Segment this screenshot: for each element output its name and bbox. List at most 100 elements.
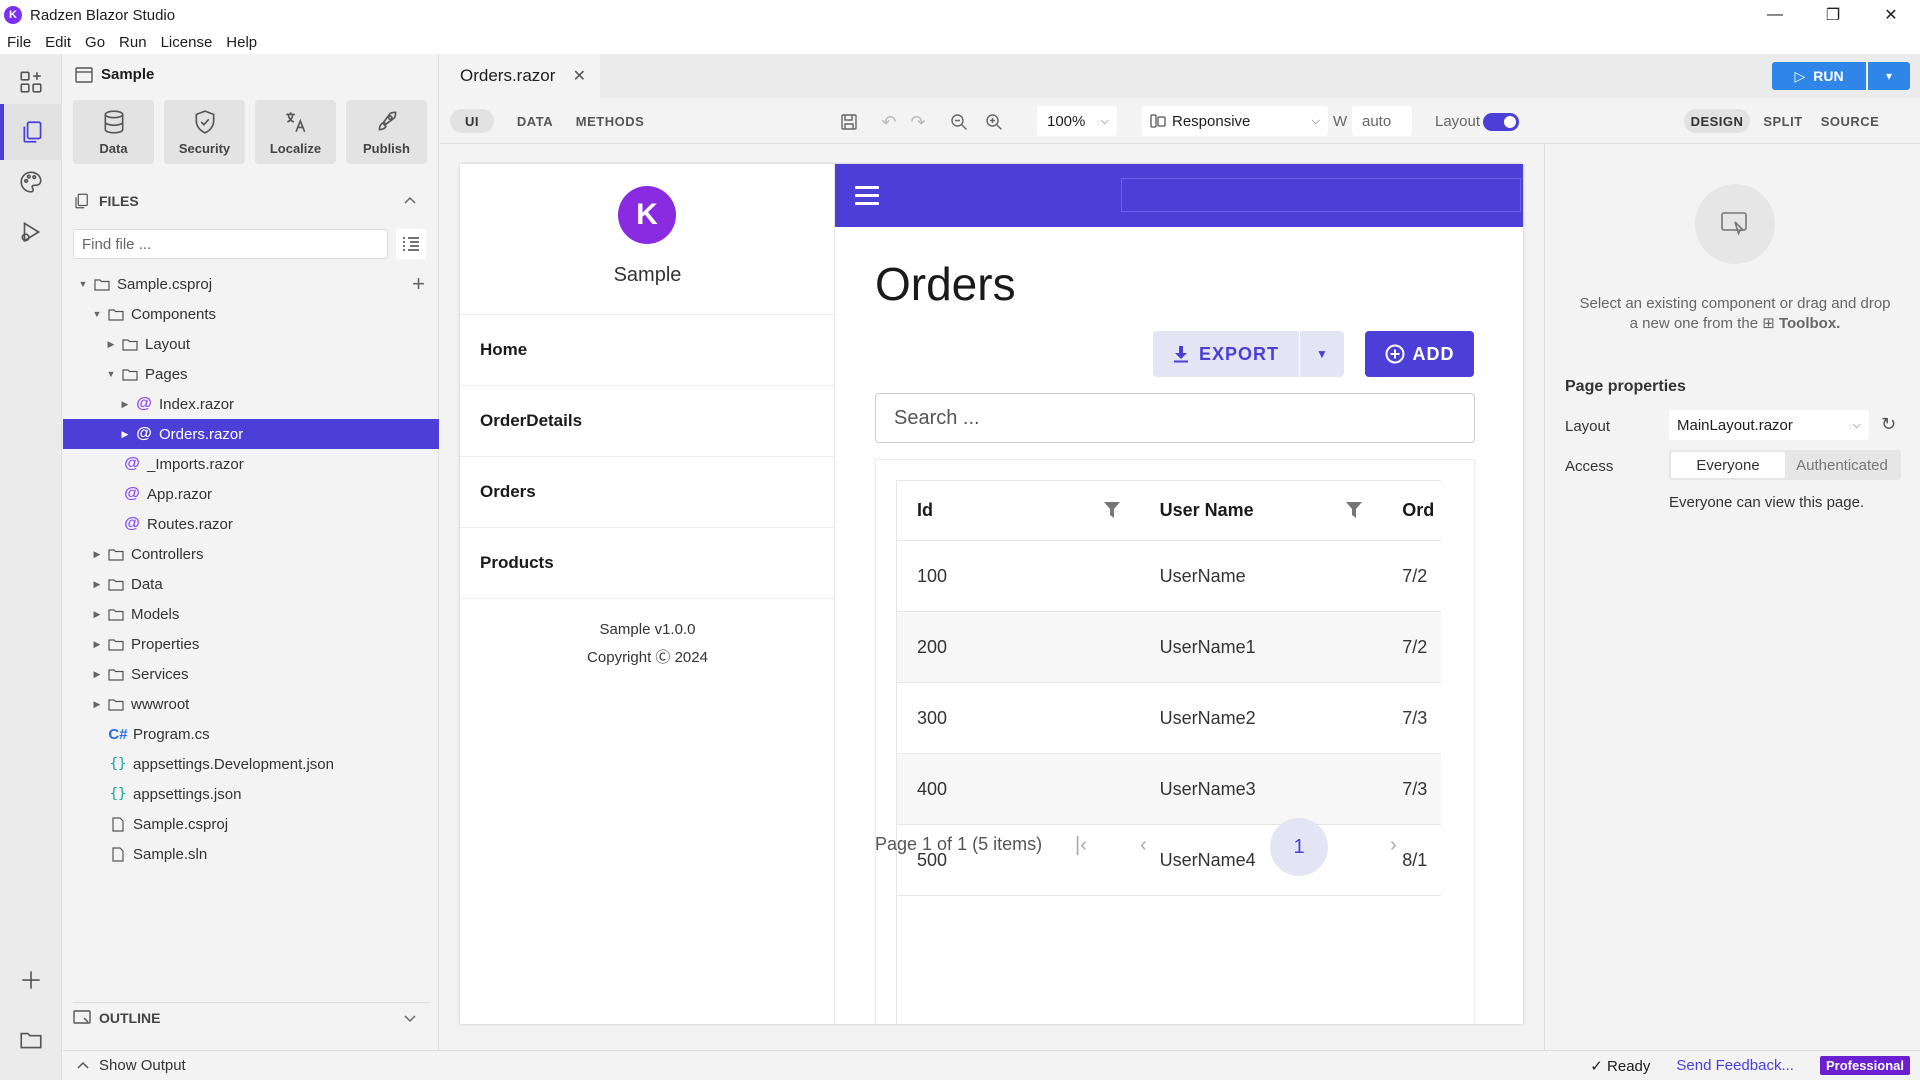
filter-icon[interactable] — [1346, 501, 1363, 519]
menu-edit[interactable]: Edit — [45, 34, 71, 51]
minimize-button[interactable]: — — [1746, 0, 1804, 30]
layout-select[interactable]: MainLayout.razor ⌵ — [1669, 410, 1869, 440]
close-window-button[interactable]: ✕ — [1862, 0, 1920, 30]
menu-go[interactable]: Go — [85, 34, 105, 51]
tree-item[interactable]: ▶ Layout — [63, 329, 439, 359]
export-button[interactable]: EXPORT — [1153, 331, 1299, 377]
tree-item[interactable]: ▶ Models — [63, 599, 439, 629]
nav-item-products[interactable]: Products — [460, 528, 835, 599]
tree-item[interactable]: ▼ Components — [63, 299, 439, 329]
tree-item[interactable]: Sample.sln — [63, 839, 439, 869]
first-page-icon[interactable]: |‹ — [1075, 834, 1087, 857]
column-header-id[interactable]: Id — [897, 481, 1140, 540]
new-project-icon[interactable] — [0, 952, 62, 1008]
menu-file[interactable]: File — [7, 34, 31, 51]
caret-right-icon[interactable]: ▶ — [119, 399, 131, 410]
access-everyone-option[interactable]: Everyone — [1671, 452, 1785, 478]
menu-license[interactable]: License — [161, 34, 213, 51]
nav-item-home[interactable]: Home — [460, 315, 835, 386]
open-folder-icon[interactable] — [0, 1012, 62, 1068]
caret-right-icon[interactable]: ▶ — [105, 339, 117, 350]
tree-item[interactable]: ▶ wwwroot — [63, 689, 439, 719]
add-button[interactable]: ADD — [1365, 331, 1474, 377]
tree-item[interactable]: ▶ @ Index.razor — [63, 389, 439, 419]
send-feedback-link[interactable]: Send Feedback... — [1676, 1057, 1794, 1074]
tree-item[interactable]: ▶ Properties — [63, 629, 439, 659]
data-tool-button[interactable]: Data — [73, 100, 154, 164]
tree-item[interactable]: @ App.razor — [63, 479, 439, 509]
add-file-icon[interactable]: + — [412, 271, 425, 297]
previous-page-icon[interactable]: ‹ — [1140, 834, 1147, 857]
run-dropdown-button[interactable]: ▾ — [1867, 62, 1910, 90]
tree-item[interactable]: ▶ Controllers — [63, 539, 439, 569]
caret-right-icon[interactable]: ▶ — [91, 699, 103, 710]
zoom-select[interactable]: 100% ⌵ — [1037, 106, 1117, 136]
tree-item[interactable]: @ _Imports.razor — [63, 449, 439, 479]
table-row[interactable]: 100 UserName 7/2 — [897, 541, 1441, 612]
find-file-input[interactable] — [73, 229, 388, 259]
list-view-toggle[interactable] — [396, 229, 426, 259]
redo-icon[interactable]: ↷ — [907, 111, 929, 133]
toolbox-link[interactable]: Toolbox. — [1779, 315, 1840, 332]
run-debug-icon[interactable] — [0, 204, 62, 260]
table-row[interactable]: 200 UserName1 7/2 — [897, 612, 1441, 683]
tab-split[interactable]: SPLIT — [1760, 109, 1806, 133]
tree-item[interactable]: @ Routes.razor — [63, 509, 439, 539]
tab-design[interactable]: DESIGN — [1684, 109, 1750, 133]
tab-orders-razor[interactable]: Orders.razor ✕ — [440, 54, 600, 98]
hamburger-menu-icon[interactable] — [855, 186, 879, 206]
table-row[interactable]: 300 UserName2 7/3 — [897, 683, 1441, 754]
nav-item-orderdetails[interactable]: OrderDetails — [460, 386, 835, 457]
refresh-icon[interactable]: ↻ — [1881, 414, 1896, 435]
search-input[interactable] — [875, 393, 1475, 443]
undo-icon[interactable]: ↶ — [878, 111, 900, 133]
tree-item[interactable]: ▶ Services — [63, 659, 439, 689]
tree-item[interactable]: ▼ Sample.csproj + — [63, 269, 439, 299]
caret-right-icon[interactable]: ▶ — [91, 579, 103, 590]
files-section-header[interactable]: FILES — [73, 186, 429, 216]
localize-tool-button[interactable]: Localize — [255, 100, 336, 164]
show-output-button[interactable]: Show Output — [77, 1057, 186, 1074]
tab-ui[interactable]: UI — [450, 109, 494, 133]
zoom-in-icon[interactable] — [983, 111, 1005, 133]
caret-down-icon[interactable]: ▼ — [91, 309, 103, 319]
next-page-icon[interactable]: › — [1390, 834, 1397, 857]
tree-item[interactable]: ▶ @ Orders.razor — [63, 419, 439, 449]
caret-right-icon[interactable]: ▶ — [91, 669, 103, 680]
nav-item-orders[interactable]: Orders — [460, 457, 835, 528]
column-header-orderdate[interactable]: Ord — [1382, 481, 1441, 540]
security-tool-button[interactable]: Security — [164, 100, 245, 164]
settings-gear-icon[interactable] — [0, 1074, 62, 1080]
files-icon[interactable] — [0, 104, 62, 160]
tree-item[interactable]: ▼ Pages — [63, 359, 439, 389]
access-authenticated-option[interactable]: Authenticated — [1785, 452, 1899, 478]
chevron-down-icon[interactable] — [403, 1011, 417, 1025]
tab-methods[interactable]: METHODS — [570, 109, 650, 133]
menu-run[interactable]: Run — [119, 34, 147, 51]
tree-item[interactable]: {} appsettings.json — [63, 779, 439, 809]
layout-toggle[interactable] — [1483, 113, 1519, 131]
tree-item[interactable]: C# Program.cs — [63, 719, 439, 749]
tree-item[interactable]: Sample.csproj — [63, 809, 439, 839]
caret-right-icon[interactable]: ▶ — [91, 639, 103, 650]
save-icon[interactable] — [838, 111, 860, 133]
page-number-button[interactable]: 1 — [1270, 818, 1328, 876]
column-header-username[interactable]: User Name — [1140, 481, 1383, 540]
publish-tool-button[interactable]: Publish — [346, 100, 427, 164]
filter-icon[interactable] — [1103, 501, 1120, 519]
device-select[interactable]: Responsive ⌵ — [1142, 106, 1328, 136]
caret-down-icon[interactable]: ▼ — [105, 369, 117, 379]
run-button[interactable]: ▷ RUN — [1772, 62, 1866, 90]
tree-item[interactable]: ▶ Data — [63, 569, 439, 599]
tab-data[interactable]: DATA — [508, 109, 562, 133]
caret-right-icon[interactable]: ▶ — [91, 609, 103, 620]
theme-palette-icon[interactable] — [0, 154, 62, 210]
menu-help[interactable]: Help — [226, 34, 257, 51]
export-dropdown-button[interactable]: ▼ — [1300, 331, 1344, 377]
caret-right-icon[interactable]: ▶ — [91, 549, 103, 560]
chevron-up-icon[interactable] — [403, 194, 417, 208]
tree-item[interactable]: {} appsettings.Development.json — [63, 749, 439, 779]
toolbox-icon[interactable] — [0, 54, 62, 110]
restore-button[interactable]: ❐ — [1804, 0, 1862, 30]
outline-section-header[interactable]: OUTLINE — [73, 1002, 429, 1032]
